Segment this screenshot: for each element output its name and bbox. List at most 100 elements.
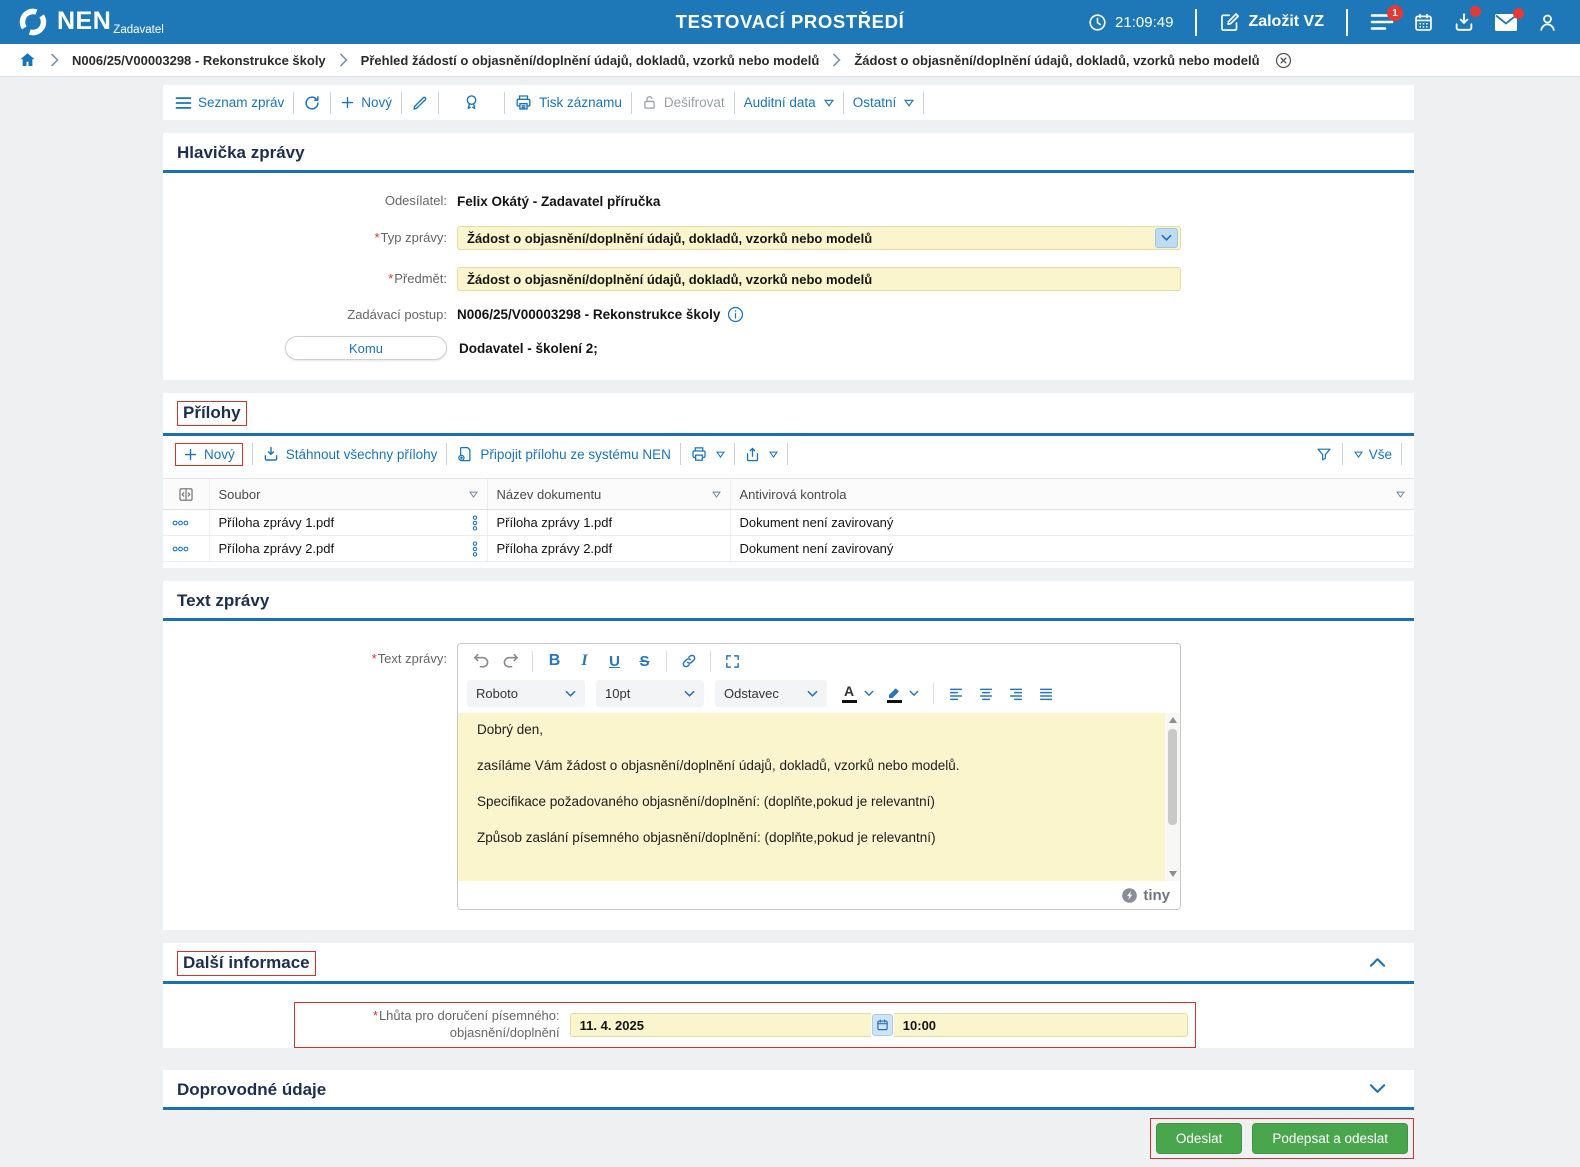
scrollbar-thumb[interactable] — [1168, 729, 1177, 825]
redo-button[interactable] — [497, 648, 524, 674]
chevron-down-icon[interactable] — [864, 690, 874, 697]
create-vz-button[interactable]: Založit VZ — [1219, 12, 1324, 33]
rich-text-editor: B I U S — [457, 643, 1181, 910]
calendar-button[interactable] — [1413, 12, 1434, 33]
sign-and-send-button[interactable]: Podepsat a odeslat — [1252, 1123, 1408, 1154]
expand-section-icon[interactable] — [1369, 1083, 1386, 1095]
toolbar-separator — [631, 92, 632, 114]
fullscreen-button[interactable] — [719, 648, 746, 674]
logo-text: NEN — [57, 11, 111, 32]
required-marker: * — [373, 1008, 378, 1023]
deadline-date-input[interactable]: 11. 4. 2025 — [570, 1013, 872, 1037]
column-header-soubor[interactable]: Soubor — [209, 479, 487, 510]
column-header-antivir[interactable]: Antivirová kontrola — [730, 479, 1414, 510]
block-format-select[interactable]: Odstavec — [715, 680, 827, 707]
editor-toolbar-row2: Roboto 10pt Odstavec A — [458, 678, 1180, 713]
attach-from-nen-button[interactable]: Připojit přílohu ze systému NEN — [456, 445, 671, 463]
seal-button[interactable] — [462, 93, 481, 112]
text-color-button[interactable]: A — [838, 681, 860, 707]
font-size-select[interactable]: 10pt — [596, 680, 704, 707]
scroll-down-icon[interactable] — [1169, 871, 1177, 877]
editor-scrollbar[interactable] — [1165, 713, 1180, 881]
decrypt-button[interactable]: Dešifrovat — [641, 94, 725, 111]
profile-button[interactable] — [1537, 12, 1558, 33]
table-row[interactable]: Příloha zprávy 1.pdf Příloha zprávy 1.pd… — [163, 510, 1414, 536]
undo-button[interactable] — [467, 648, 494, 674]
strikethrough-button[interactable]: S — [631, 648, 658, 674]
datepicker-calendar-icon[interactable] — [872, 1014, 892, 1036]
highlight-color-button[interactable] — [883, 681, 905, 707]
breadcrumb-item-procedure[interactable]: N006/25/V00003298 - Rekonstrukce školy — [72, 53, 326, 68]
other-actions-button[interactable]: Ostatní — [853, 95, 915, 110]
file-name: Příloha zprávy 1.pdf — [219, 515, 335, 530]
new-message-button[interactable]: Nový — [340, 95, 392, 110]
underline-button[interactable]: U — [601, 648, 628, 674]
send-button[interactable]: Odeslat — [1156, 1123, 1243, 1154]
collapse-section-icon[interactable] — [1369, 956, 1386, 968]
print-record-label: Tisk záznamu — [539, 95, 622, 110]
chevron-down-icon[interactable] — [1155, 228, 1178, 248]
filter-all-button[interactable]: Vše — [1352, 447, 1392, 462]
home-icon[interactable] — [18, 51, 37, 69]
breadcrumb-item-overview[interactable]: Přehled žádostí o objasnění/doplnění úda… — [361, 53, 820, 68]
filter-button[interactable] — [1315, 446, 1333, 463]
deadline-time-input[interactable]: 10:00 — [894, 1013, 1188, 1037]
triangle-down-icon[interactable] — [469, 491, 478, 498]
editor-toolbar-row1: B I U S — [458, 644, 1180, 678]
export-attachments-button[interactable] — [744, 446, 778, 463]
tasks-menu-button[interactable]: 1 — [1370, 12, 1394, 32]
audit-data-button[interactable]: Auditní data — [744, 95, 834, 110]
more-vertical-icon[interactable] — [472, 515, 478, 531]
triangle-down-icon[interactable] — [712, 491, 721, 498]
row-menu-icon[interactable] — [172, 545, 200, 553]
column-settings-header[interactable] — [163, 479, 209, 510]
align-justify-button[interactable] — [1032, 681, 1059, 707]
clock-icon — [1088, 13, 1107, 32]
triangle-down-icon[interactable] — [1396, 491, 1405, 498]
recipients-button[interactable]: Komu — [285, 336, 447, 360]
info-icon[interactable] — [727, 306, 744, 323]
print-record-button[interactable]: Tisk záznamu — [514, 93, 622, 112]
breadcrumb-item-current[interactable]: Žádost o objasnění/doplnění údajů, dokla… — [854, 53, 1259, 68]
messages-button[interactable] — [1494, 13, 1518, 32]
italic-button[interactable]: I — [571, 648, 598, 674]
message-type-select[interactable]: Žádost o objasnění/doplnění údajů, dokla… — [457, 226, 1181, 250]
refresh-button[interactable] — [303, 94, 321, 112]
link-button[interactable] — [675, 648, 702, 674]
additional-info-section: Další informace *Lhůta pro doručení píse… — [163, 943, 1414, 1048]
download-all-button[interactable]: Stáhnout všechny přílohy — [262, 445, 438, 463]
scroll-up-icon[interactable] — [1169, 717, 1177, 723]
recipients-value: Dodavatel - školení 2; — [459, 341, 598, 356]
tiny-logo-icon — [1121, 887, 1138, 904]
table-row[interactable]: Příloha zprávy 2.pdf Příloha zprávy 2.pd… — [163, 536, 1414, 562]
tasks-badge: 1 — [1387, 5, 1403, 21]
new-message-label: Nový — [361, 95, 392, 110]
more-vertical-icon[interactable] — [472, 541, 478, 557]
nen-logo[interactable]: NEN Zadavatel — [18, 7, 164, 37]
row-menu-icon[interactable] — [172, 519, 200, 527]
subject-value: Žádost o objasnění/doplnění údajů, dokla… — [467, 272, 872, 287]
section-title: Doprovodné údaje — [177, 1080, 326, 1099]
font-family-select[interactable]: Roboto — [467, 680, 585, 707]
print-attachments-button[interactable] — [690, 445, 725, 463]
section-head: Text zprávy — [163, 581, 1414, 621]
section-title: Text zprávy — [177, 591, 269, 610]
toolbar-separator — [438, 92, 439, 114]
bold-button[interactable]: B — [541, 648, 568, 674]
message-text-section: Text zprávy *Text zprávy: B I — [163, 581, 1414, 930]
editor-content-area[interactable]: Dobrý den, zasíláme Vám žádost o objasně… — [458, 713, 1180, 881]
chevron-down-icon[interactable] — [909, 690, 919, 697]
edit-record-button[interactable] — [411, 94, 429, 112]
align-right-button[interactable] — [1002, 681, 1029, 707]
column-header-nazev[interactable]: Název dokumentu — [487, 479, 730, 510]
subject-input[interactable]: Žádost o objasnění/doplnění údajů, dokla… — [457, 267, 1181, 291]
downloads-button[interactable] — [1453, 11, 1475, 33]
new-attachment-button[interactable]: Nový — [183, 447, 235, 462]
sender-label: Odesílatel: — [163, 193, 457, 209]
align-left-button[interactable] — [942, 681, 969, 707]
message-list-button[interactable]: Seznam zpráv — [175, 95, 284, 110]
toolbar-separator — [330, 92, 331, 114]
align-center-button[interactable] — [972, 681, 999, 707]
triangle-down-icon — [769, 451, 778, 458]
close-tab-icon[interactable] — [1275, 52, 1292, 69]
